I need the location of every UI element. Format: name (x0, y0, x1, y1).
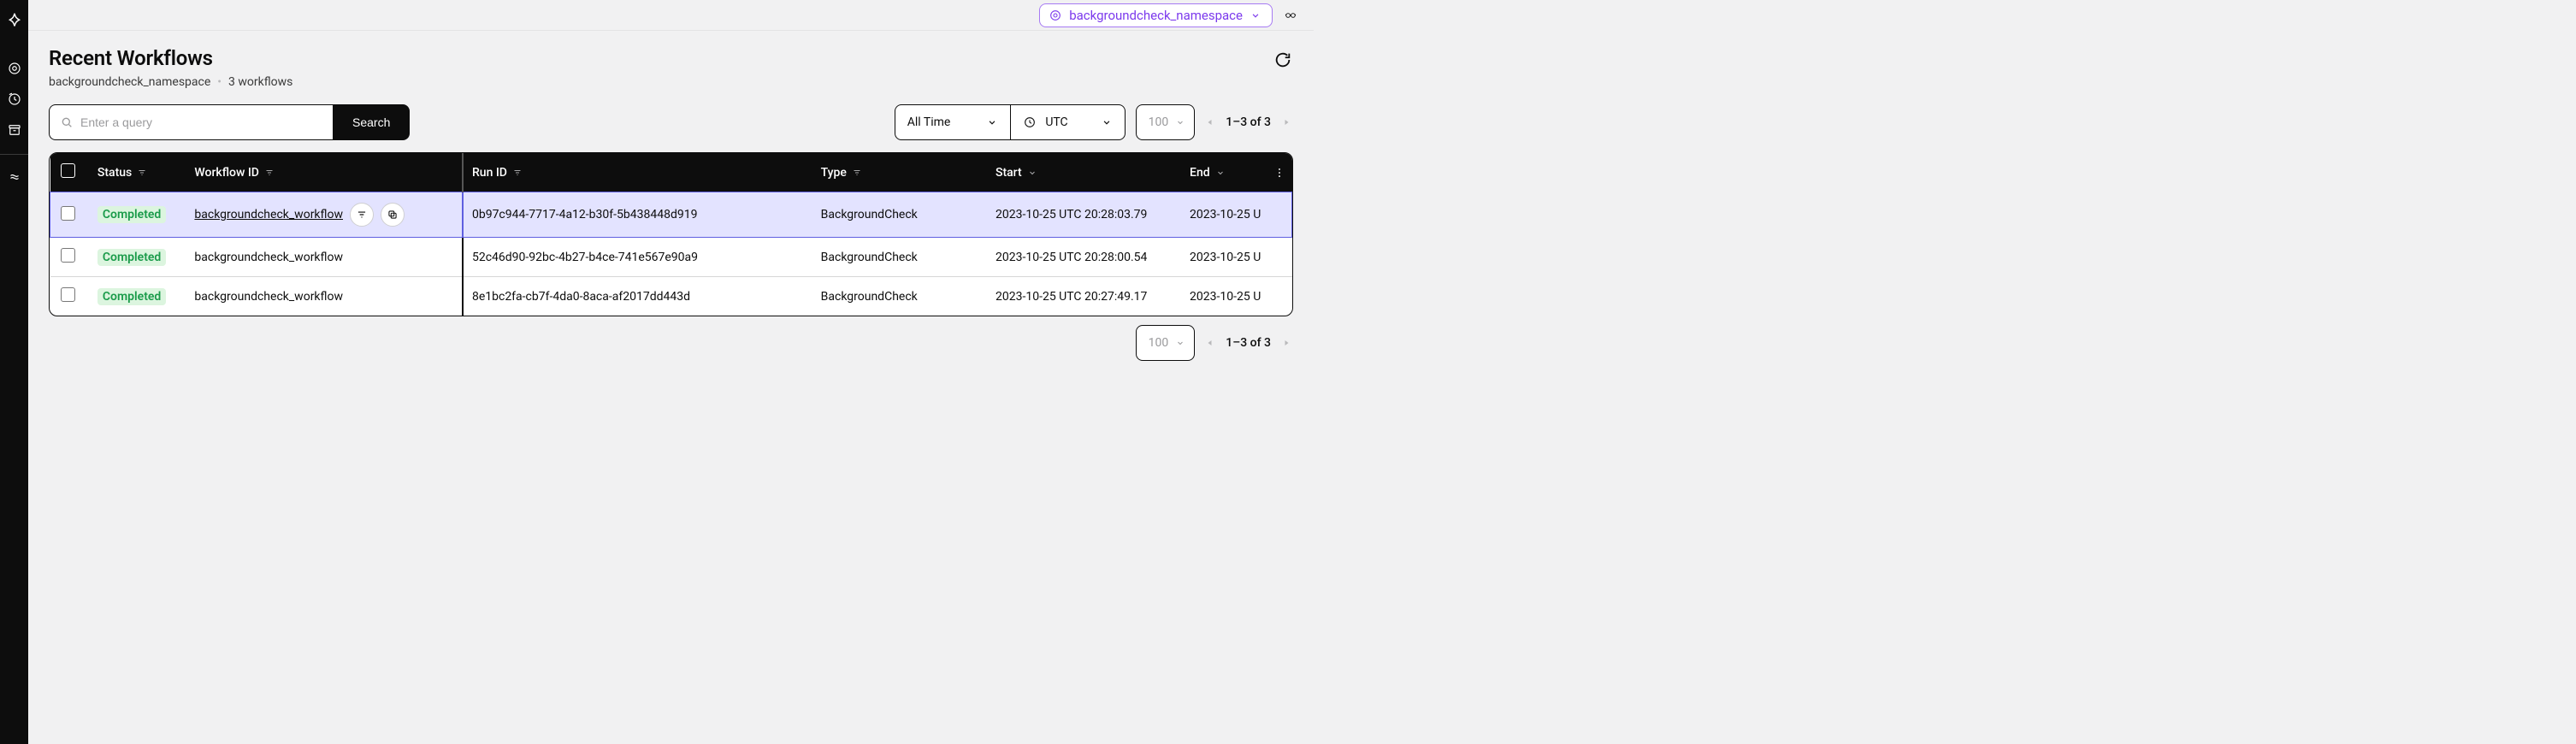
chevron-down-icon (1250, 9, 1261, 21)
status-badge: Completed (97, 288, 166, 305)
start-cell: 2023-10-25 UTC 20:28:00.54 (987, 238, 1181, 277)
filter-icon[interactable] (137, 168, 147, 178)
page-size-value: 100 (1149, 336, 1169, 350)
top-pager: 100 1–3 of 3 (1136, 104, 1293, 140)
table-row[interactable]: Completed backgroundcheck_workflow 52c46… (50, 238, 1292, 277)
main-content: Recent Workflows backgroundcheck_namespa… (28, 31, 1314, 361)
nav-schedules-icon[interactable] (6, 91, 23, 108)
workflow-id-link[interactable]: backgroundcheck_workflow (194, 208, 343, 221)
page-prev-button[interactable] (1203, 336, 1217, 350)
sidebar (0, 0, 28, 744)
search-icon (60, 115, 74, 129)
time-range-label: All Time (907, 115, 951, 129)
table-row[interactable]: Completed backgroundcheck_workflow 8e1bc… (50, 277, 1292, 316)
controls-row: Search All Time UTC 100 1–3 of 3 (49, 104, 1293, 140)
type-cell: BackgroundCheck (812, 277, 987, 316)
bottom-pager: 100 1–3 of 3 (1136, 325, 1293, 361)
run-id-cell: 52c46d90-92bc-4b27-b4ce-741e567e90a9 (463, 238, 812, 277)
page-range-text: 1–3 of 3 (1226, 336, 1271, 350)
page-size-select[interactable]: 100 (1136, 325, 1196, 361)
col-status-header[interactable]: Status (97, 166, 132, 180)
search-input[interactable] (80, 115, 322, 129)
clock-icon (1023, 115, 1037, 129)
select-all-checkbox[interactable] (61, 163, 75, 178)
namespace-switcher[interactable]: backgroundcheck_namespace (1039, 3, 1273, 27)
run-id-cell: 0b97c944-7717-4a12-b30f-5b438448d919 (463, 192, 812, 238)
namespace-icon (1049, 9, 1062, 22)
start-cell: 2023-10-25 UTC 20:28:03.79 (987, 192, 1181, 238)
col-end-header[interactable]: End (1190, 166, 1210, 180)
workflow-id-link[interactable]: backgroundcheck_workflow (194, 290, 343, 304)
type-cell: BackgroundCheck (812, 192, 987, 238)
end-cell: 2023-10-25 U (1181, 238, 1291, 277)
search-box[interactable] (49, 104, 333, 140)
page-size-value: 100 (1149, 115, 1169, 129)
start-cell: 2023-10-25 UTC 20:27:49.17 (987, 277, 1181, 316)
page-prev-button[interactable] (1203, 115, 1217, 129)
row-checkbox[interactable] (61, 248, 75, 263)
topbar: backgroundcheck_namespace (28, 0, 1314, 31)
end-cell: 2023-10-25 U (1181, 277, 1291, 316)
page-next-button[interactable] (1279, 115, 1293, 129)
data-encoder-button[interactable] (1281, 6, 1300, 25)
nav-workflows-icon[interactable] (6, 60, 23, 77)
run-id-cell: 8e1bc2fa-cb7f-4da0-8aca-af2017dd443d (463, 277, 812, 316)
separator-dot: • (217, 75, 222, 89)
copy-id-button[interactable] (381, 203, 405, 227)
sidebar-divider (0, 154, 28, 155)
table-columns-menu[interactable] (1273, 167, 1285, 179)
page-count: 3 workflows (228, 75, 292, 89)
workflow-id-link[interactable]: backgroundcheck_workflow (194, 251, 343, 264)
refresh-button[interactable] (1273, 50, 1293, 70)
time-range-select[interactable]: All Time (895, 105, 1012, 139)
nav-labs-icon[interactable] (6, 168, 23, 186)
status-badge: Completed (97, 206, 166, 223)
chevron-down-icon (986, 116, 998, 128)
col-runid-header[interactable]: Run ID (472, 166, 507, 180)
filter-icon[interactable] (852, 168, 862, 178)
page-next-button[interactable] (1279, 336, 1293, 350)
namespace-label: backgroundcheck_namespace (1069, 8, 1243, 23)
timezone-select[interactable]: UTC (1011, 105, 1124, 139)
temporal-logo-icon (5, 12, 24, 31)
row-checkbox[interactable] (61, 206, 75, 221)
chevron-down-icon[interactable] (1027, 168, 1037, 178)
page-namespace: backgroundcheck_namespace (49, 75, 210, 89)
chevron-down-icon (1101, 116, 1113, 128)
time-picker-group: All Time UTC (895, 104, 1126, 140)
page-size-select[interactable]: 100 (1136, 104, 1196, 140)
col-type-header[interactable]: Type (821, 166, 847, 180)
page-range-text: 1–3 of 3 (1226, 115, 1271, 129)
nav-archive-icon[interactable] (6, 121, 23, 139)
filter-icon[interactable] (264, 168, 275, 178)
col-wfid-header[interactable]: Workflow ID (194, 166, 259, 180)
filter-by-id-button[interactable] (350, 203, 374, 227)
chevron-down-icon (1175, 338, 1185, 348)
chevron-down-icon (1175, 117, 1185, 127)
search-button[interactable]: Search (333, 104, 410, 140)
timezone-label: UTC (1045, 115, 1067, 129)
col-start-header[interactable]: Start (996, 166, 1022, 180)
filter-icon[interactable] (512, 168, 523, 178)
status-badge: Completed (97, 249, 166, 266)
row-checkbox[interactable] (61, 287, 75, 302)
page-header: Recent Workflows backgroundcheck_namespa… (49, 46, 1293, 89)
end-cell: 2023-10-25 U (1181, 192, 1291, 238)
type-cell: BackgroundCheck (812, 238, 987, 277)
table-row[interactable]: Completed backgroundcheck_workflow 0b97c… (50, 192, 1292, 238)
page-title: Recent Workflows (49, 46, 292, 70)
chevron-down-icon[interactable] (1215, 168, 1226, 178)
workflows-table: Status Workflow ID Run ID (49, 152, 1293, 316)
